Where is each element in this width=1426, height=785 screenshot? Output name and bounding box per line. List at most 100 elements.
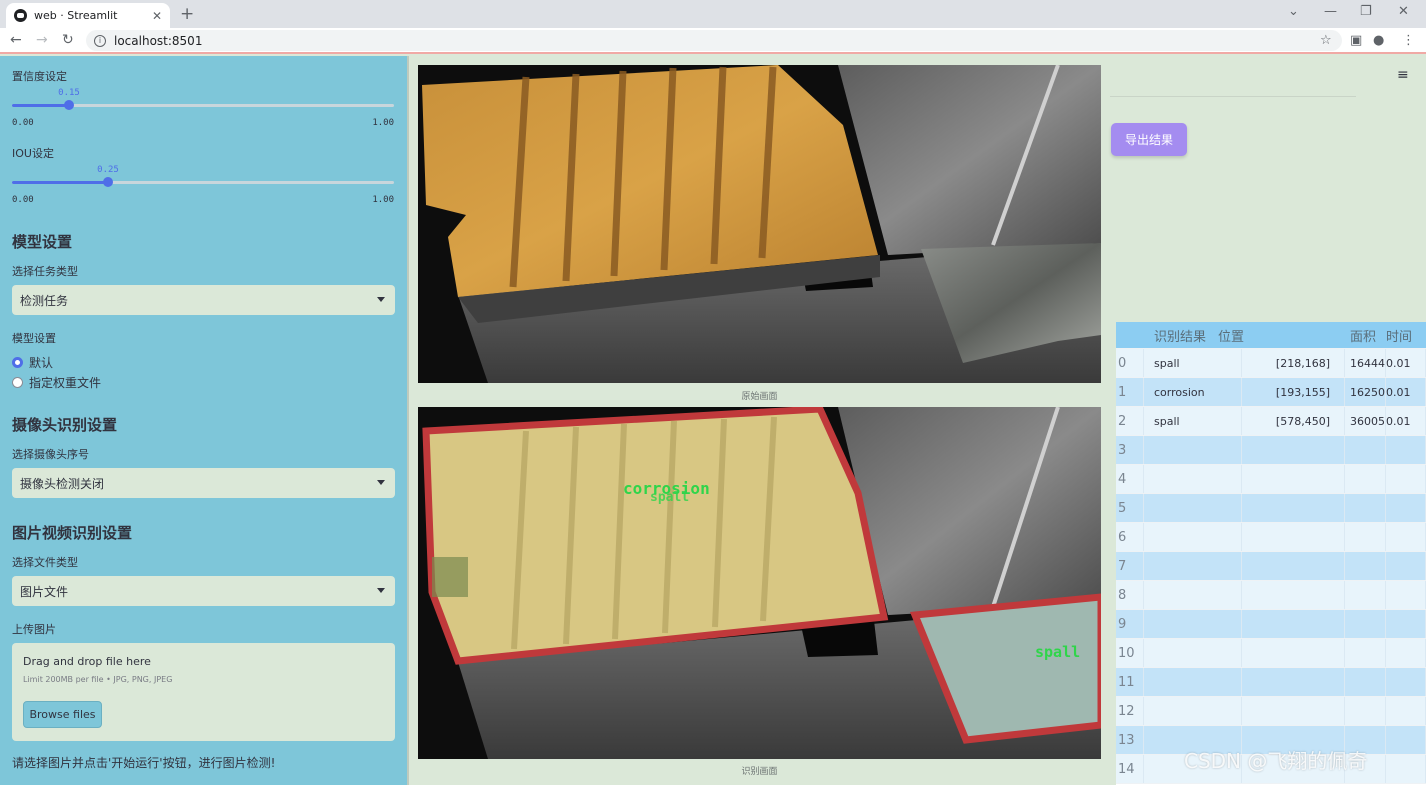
table-cell-empty	[1386, 697, 1426, 725]
table-cell-index: 6	[1116, 523, 1144, 551]
watermark: CSDN @飞翔的佩奇	[1184, 749, 1368, 773]
slider-thumb[interactable]	[64, 100, 74, 110]
table-cell-empty	[1386, 494, 1426, 522]
column-header[interactable]: 面积	[1346, 322, 1386, 348]
file-type-label: 选择文件类型	[12, 556, 78, 569]
radio-default[interactable]: 默认	[12, 354, 53, 371]
forward-icon[interactable]: →	[36, 32, 48, 48]
slider-thumb[interactable]	[103, 177, 113, 187]
restore-icon[interactable]: ❐	[1360, 4, 1372, 19]
url-text: localhost:8501	[114, 33, 203, 48]
iou-slider[interactable]: 0.25 0.00 1.00	[12, 165, 394, 207]
file-dropzone[interactable]: Drag and drop file here Limit 200MB per …	[12, 643, 395, 741]
table-row[interactable]: 3	[1116, 436, 1426, 465]
hamburger-menu-icon[interactable]: ≡	[1397, 67, 1409, 83]
browser-window: web · Streamlit ✕ + ⌄ — ❐ ✕ ← → ↻ i loca…	[0, 0, 1426, 785]
table-cell-area: 36005	[1346, 407, 1386, 435]
table-cell-empty	[1386, 581, 1426, 609]
dropzone-limit: Limit 200MB per file • JPG, PNG, JPEG	[23, 675, 173, 684]
table-row[interactable]: 4	[1116, 465, 1426, 494]
table-cell-area: 162502	[1346, 378, 1386, 406]
radio-label: 默认	[29, 356, 54, 370]
site-info-icon[interactable]: i	[94, 34, 106, 47]
table-cell-time: 0.01	[1386, 378, 1426, 406]
table-row[interactable]: 10	[1116, 639, 1426, 668]
bookmark-star-icon[interactable]: ☆	[1320, 33, 1332, 48]
original-caption: 原始画面	[741, 392, 778, 402]
table-cell-empty	[1386, 610, 1426, 638]
table-cell-time: 0.01	[1386, 407, 1426, 435]
table-cell-index: 14	[1116, 755, 1144, 783]
table-cell-position: [193,155]	[1213, 378, 1345, 406]
slider-min: 0.00	[12, 118, 34, 128]
url-field[interactable]: i localhost:8501	[86, 30, 1342, 51]
sidebar-resize-handle[interactable]	[407, 56, 409, 785]
table-row[interactable]: 8	[1116, 581, 1426, 610]
table-cell-index: 8	[1116, 581, 1144, 609]
table-cell-empty	[1346, 436, 1386, 464]
table-cell-empty	[1386, 552, 1426, 580]
upload-hint: 请选择图片并点击'开始运行'按钮，进行图片检测!	[12, 756, 276, 770]
table-row[interactable]: 12	[1116, 697, 1426, 726]
slider-max: 1.00	[372, 118, 394, 128]
detection-label: spall	[1035, 643, 1080, 661]
table-cell-index: 5	[1116, 494, 1144, 522]
radio-custom-weights[interactable]: 指定权重文件	[12, 374, 101, 391]
tab-bar: web · Streamlit ✕ + ⌄ — ❐ ✕	[0, 0, 1426, 28]
result-image-canvas: corrosion spall spall	[418, 407, 1101, 759]
minimize-icon[interactable]: —	[1324, 4, 1337, 19]
file-type-select[interactable]: 图片文件	[12, 576, 395, 606]
table-cell-index: 0	[1116, 349, 1144, 377]
column-header[interactable]: 时间	[1386, 322, 1426, 348]
result-image: corrosion spall spall	[418, 407, 1101, 759]
radio-unselected-icon[interactable]	[12, 377, 23, 388]
upload-label: 上传图片	[12, 623, 56, 636]
browse-files-button[interactable]: Browse files	[23, 701, 102, 728]
export-results-button[interactable]: 导出结果	[1111, 123, 1187, 156]
confidence-slider[interactable]: 0.15 0.00 1.00	[12, 88, 394, 130]
table-row[interactable]: 7	[1116, 552, 1426, 581]
column-header[interactable]: 位置	[1218, 322, 1338, 348]
table-cell-empty	[1386, 668, 1426, 696]
window-close-icon[interactable]: ✕	[1398, 4, 1409, 19]
table-cell-empty	[1346, 639, 1386, 667]
result-caption: 识别画面	[741, 767, 778, 777]
task-type-label: 选择任务类型	[12, 265, 78, 278]
tab-search-icon[interactable]: ⌄	[1288, 4, 1299, 19]
slider-min: 0.00	[12, 195, 34, 205]
reload-icon[interactable]: ↻	[62, 32, 74, 48]
browser-menu-icon[interactable]: ⋮	[1402, 33, 1415, 48]
sidepanel-icon[interactable]: ▣	[1350, 33, 1362, 48]
table-row[interactable]: 9	[1116, 610, 1426, 639]
browser-tab[interactable]: web · Streamlit ✕	[6, 3, 170, 28]
task-type-select[interactable]: 检测任务	[12, 285, 395, 315]
table-row[interactable]: 11	[1116, 668, 1426, 697]
chevron-down-icon	[377, 480, 385, 485]
back-icon[interactable]: ←	[10, 32, 22, 48]
table-cell-empty	[1213, 465, 1345, 493]
sidebar: 置信度设定 0.15 0.00 1.00 IOU设定 0.25 0.00 1.0…	[0, 56, 407, 785]
table-row[interactable]: 5	[1116, 494, 1426, 523]
detection-label: spall	[650, 490, 689, 505]
new-tab-icon[interactable]: +	[180, 4, 194, 24]
table-row[interactable]: 6	[1116, 523, 1426, 552]
table-row[interactable]: 1corrosion[193,155]1625020.01	[1116, 378, 1426, 407]
camera-index-select[interactable]: 摄像头检测关闭	[12, 468, 395, 498]
dropzone-text: Drag and drop file here	[23, 655, 151, 668]
chevron-down-icon	[377, 588, 385, 593]
radio-selected-icon[interactable]	[12, 357, 23, 368]
table-row[interactable]: 0spall[218,168]1644410.01	[1116, 349, 1426, 378]
table-cell-empty	[1213, 581, 1345, 609]
table-cell-index: 2	[1116, 407, 1144, 435]
table-cell-empty	[1386, 755, 1426, 783]
table-cell-index: 9	[1116, 610, 1144, 638]
original-image	[418, 65, 1101, 383]
table-cell-empty	[1346, 494, 1386, 522]
profile-avatar-icon[interactable]: ●	[1373, 33, 1384, 48]
table-cell-empty	[1346, 523, 1386, 551]
radio-label: 指定权重文件	[29, 376, 102, 390]
table-row[interactable]: 2 spall [578,450] 36005 0.01	[1116, 407, 1426, 436]
tab-close-icon[interactable]: ✕	[152, 9, 162, 23]
table-cell-empty	[1386, 726, 1426, 754]
table-cell-index: 1	[1116, 378, 1144, 406]
